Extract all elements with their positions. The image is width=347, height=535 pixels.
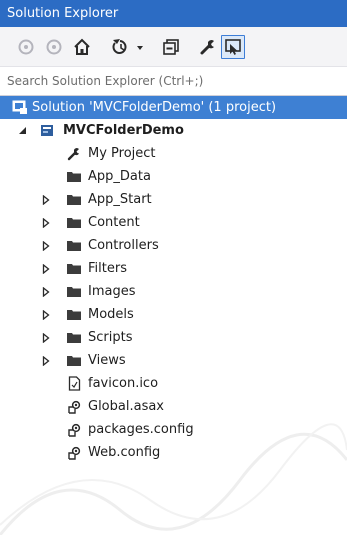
solution-icon <box>12 100 28 115</box>
collapsed-arrow-icon[interactable] <box>40 211 52 234</box>
collapse-all-button[interactable] <box>160 35 182 59</box>
tree-item-label: Scripts <box>88 330 133 345</box>
tree-item-label: App_Start <box>88 192 152 207</box>
tree-item-web-config[interactable]: Web.config <box>0 441 347 464</box>
folder-icon <box>66 192 82 207</box>
tree-item-label: My Project <box>88 146 156 161</box>
tree-item-content[interactable]: Content <box>0 211 347 234</box>
window-title: Solution Explorer <box>0 0 347 27</box>
properties-button[interactable] <box>197 35 219 59</box>
config-file-icon <box>66 445 82 460</box>
tree-item-label: MVCFolderDemo <box>63 123 184 138</box>
home-button[interactable] <box>70 35 94 59</box>
tree-item-favicon-ico[interactable]: favicon.ico <box>0 372 347 395</box>
tree-item-label: Web.config <box>88 445 161 460</box>
tree-item-label: Content <box>88 215 140 230</box>
history-dropdown-button[interactable] <box>110 35 150 59</box>
forward-button[interactable] <box>44 35 64 59</box>
tree-item-label: Controllers <box>88 238 159 253</box>
search-box[interactable] <box>0 67 347 96</box>
tree-item-label: Models <box>88 307 134 322</box>
tree-item-global-asax[interactable]: Global.asax <box>0 395 347 418</box>
tree-item-label: Filters <box>88 261 127 276</box>
tree-item-views[interactable]: Views <box>0 349 347 372</box>
expanded-arrow-icon[interactable] <box>16 119 28 142</box>
tree-item-label: Global.asax <box>88 399 165 414</box>
tree-item-app-data[interactable]: App_Data <box>0 165 347 188</box>
collapsed-arrow-icon[interactable] <box>40 234 52 257</box>
collapsed-arrow-icon[interactable] <box>40 280 52 303</box>
collapsed-arrow-icon[interactable] <box>40 349 52 372</box>
tree-item-packages-config[interactable]: packages.config <box>0 418 347 441</box>
forward-icon <box>46 39 62 55</box>
tree-item-label: packages.config <box>88 422 194 437</box>
collapsed-arrow-icon[interactable] <box>40 303 52 326</box>
folder-icon <box>66 330 82 345</box>
solution-tree: Solution 'MVCFolderDemo' (1 project) MVCF… <box>0 96 347 535</box>
config-file-icon <box>66 422 82 437</box>
folder-icon <box>66 215 82 230</box>
tree-item-label: Solution 'MVCFolderDemo' (1 project) <box>32 100 277 115</box>
tree-item-label: App_Data <box>88 169 151 184</box>
tree-item-models[interactable]: Models <box>0 303 347 326</box>
tree-item-label: Views <box>88 353 126 368</box>
home-icon <box>74 38 90 55</box>
project-icon <box>40 123 56 138</box>
preview-selected-button[interactable] <box>221 35 245 59</box>
back-button[interactable] <box>16 35 36 59</box>
tree-item-label: favicon.ico <box>88 376 159 391</box>
tree-item-solution[interactable]: Solution 'MVCFolderDemo' (1 project) <box>0 96 347 119</box>
tree-item-scripts[interactable]: Scripts <box>0 326 347 349</box>
collapse-all-icon <box>163 39 179 55</box>
folder-icon <box>66 353 82 368</box>
folder-icon <box>66 284 82 299</box>
tree-item-label: Images <box>88 284 136 299</box>
tree-item-filters[interactable]: Filters <box>0 257 347 280</box>
properties-wrench-icon <box>200 40 214 55</box>
collapsed-arrow-icon[interactable] <box>40 257 52 280</box>
folder-icon <box>66 169 82 184</box>
collapsed-arrow-icon[interactable] <box>40 188 52 211</box>
back-icon <box>18 39 34 55</box>
solution-explorer-toolbar <box>0 27 347 67</box>
preview-selected-icon <box>225 39 241 55</box>
wrench-icon <box>66 146 82 161</box>
tree-item-images[interactable]: Images <box>0 280 347 303</box>
tree-item-project[interactable]: MVCFolderDemo <box>0 119 347 142</box>
config-file-icon <box>66 399 82 414</box>
tree-item-my-project[interactable]: My Project <box>0 142 347 165</box>
file-icon <box>66 376 82 391</box>
tree-item-app-start[interactable]: App_Start <box>0 188 347 211</box>
collapsed-arrow-icon[interactable] <box>40 326 52 349</box>
folder-icon <box>66 238 82 253</box>
folder-icon <box>66 261 82 276</box>
history-dropdown-icon <box>112 39 143 54</box>
search-input[interactable] <box>0 67 347 95</box>
tree-item-controllers[interactable]: Controllers <box>0 234 347 257</box>
folder-icon <box>66 307 82 322</box>
